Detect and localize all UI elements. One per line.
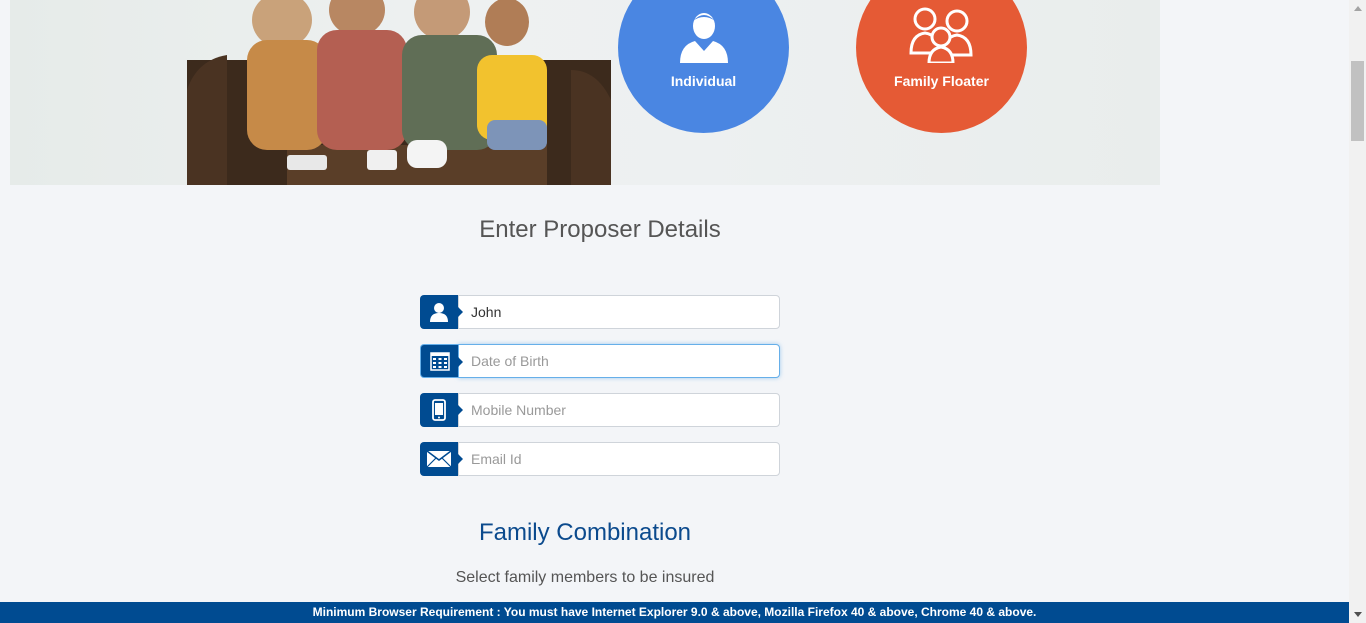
name-input[interactable] [458, 295, 780, 329]
proposer-details-title: Enter Proposer Details [479, 216, 721, 243]
family-combination-subtitle: Select family members to be insured [455, 569, 715, 586]
family-photo [187, 0, 611, 185]
person-icon [679, 13, 728, 63]
scroll-up-icon[interactable] [1349, 0, 1366, 17]
dob-field-group [420, 344, 780, 378]
hero-banner: Individual Family Floater [10, 0, 1160, 185]
name-field-group [420, 295, 780, 329]
calendar-icon [420, 344, 463, 378]
mobile-field-group [420, 393, 780, 427]
family-icon [908, 7, 973, 63]
proposer-form [420, 295, 780, 491]
family-combination-title: Family Combination [478, 519, 692, 546]
user-icon [420, 295, 463, 329]
mobile-icon [420, 393, 463, 427]
plan-individual-button[interactable]: Individual [618, 0, 789, 133]
email-input[interactable] [458, 442, 780, 476]
plan-individual-label: Individual [670, 73, 737, 89]
email-field-group [420, 442, 780, 476]
vertical-scrollbar[interactable] [1349, 0, 1366, 623]
dob-input[interactable] [458, 344, 780, 378]
scroll-down-icon[interactable] [1349, 606, 1366, 623]
plan-family-floater-label: Family Floater [894, 73, 989, 89]
envelope-icon [420, 442, 463, 476]
plan-family-floater-button[interactable]: Family Floater [856, 0, 1027, 133]
mobile-input[interactable] [458, 393, 780, 427]
browser-requirement-bar: Minimum Browser Requirement : You must h… [0, 602, 1349, 623]
scroll-thumb[interactable] [1351, 61, 1364, 141]
